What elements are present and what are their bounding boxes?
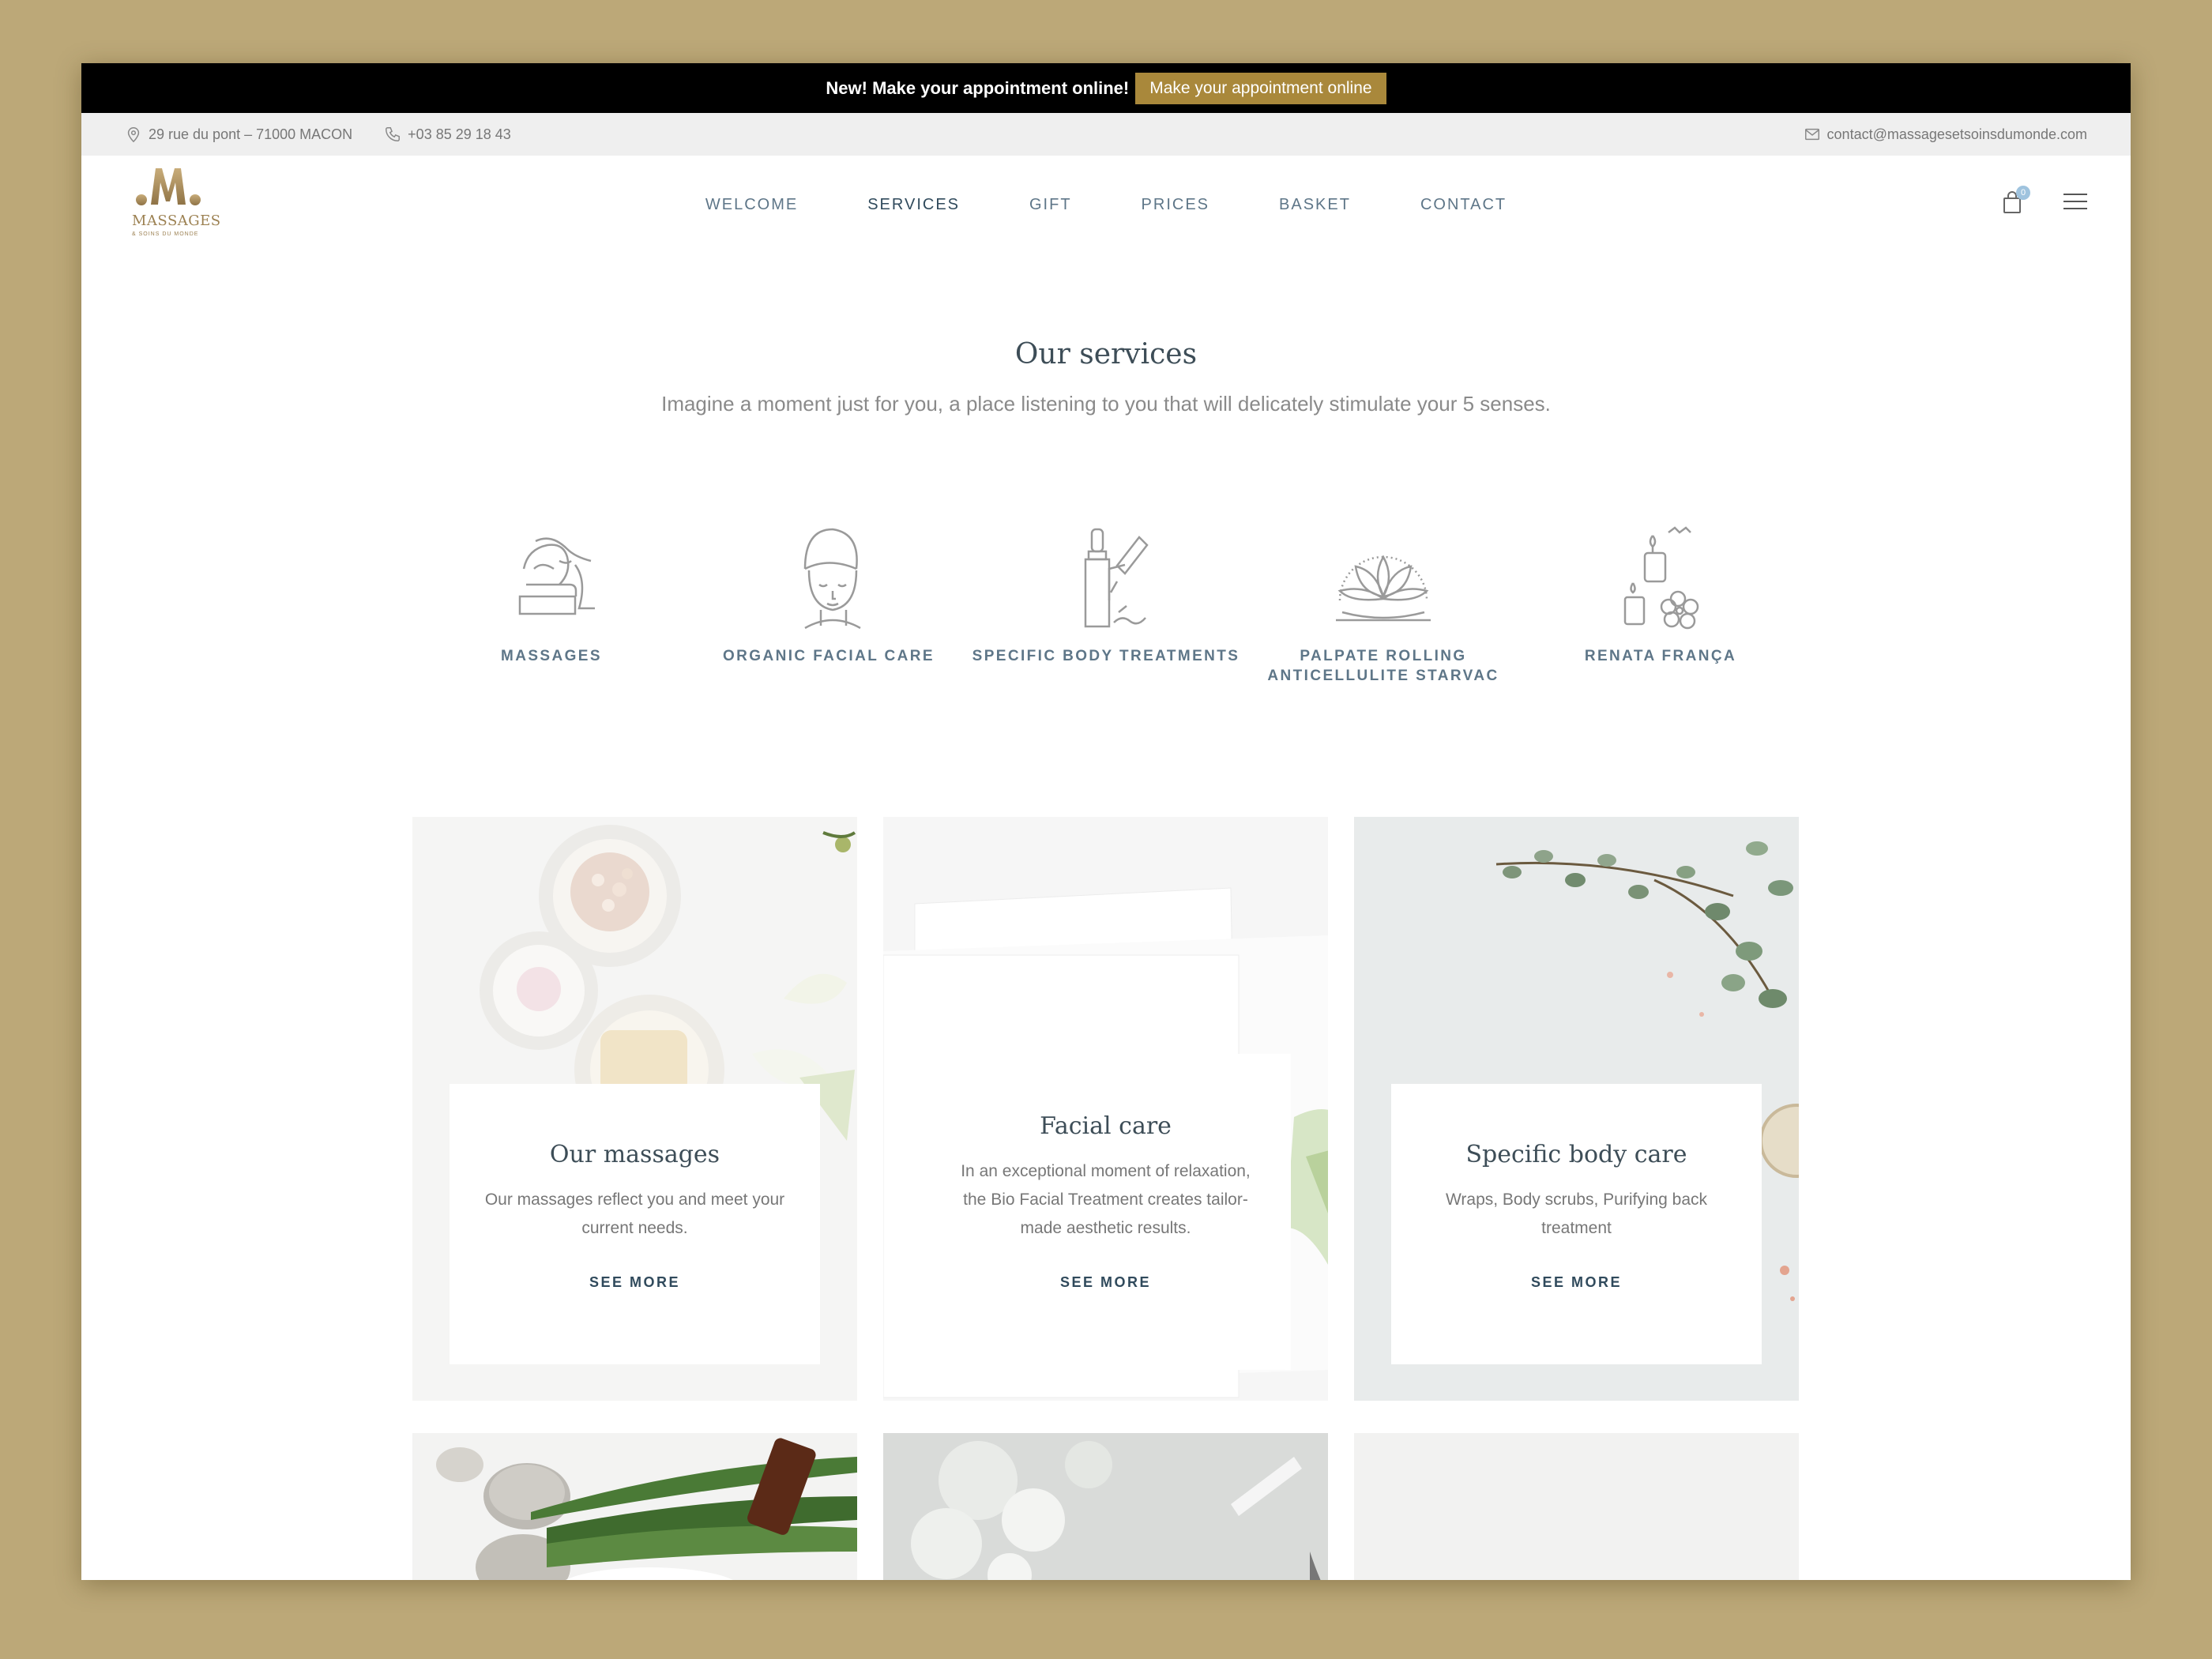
service-massages[interactable]: MASSAGES: [413, 521, 690, 686]
service-label: RENATA FRANÇA: [1584, 648, 1737, 664]
card-description-line2: the Bio Facial Treatment creates tailor-: [963, 1191, 1248, 1209]
nav-welcome[interactable]: WELCOME: [702, 193, 801, 217]
card-placeholder[interactable]: [1354, 1433, 1799, 1580]
phone-text: +03 85 29 18 43: [408, 126, 511, 142]
email-text: contact@massagesetsoinsdumonde.com: [1826, 126, 2087, 142]
card-title: Facial care: [1040, 1112, 1172, 1140]
serum-bottle-icon: [1084, 528, 1149, 628]
service-palpate-rolling[interactable]: PALPATE ROLLING ANTICELLULITE STARVAC: [1245, 521, 1522, 686]
paper-image: [1354, 1433, 1799, 1580]
service-renata-franca[interactable]: RENATA FRANÇA: [1522, 521, 1800, 686]
see-more-label: SEE MORE: [1530, 1274, 1623, 1290]
cart-button[interactable]: 0: [2000, 186, 2030, 216]
promo-bar: New! Make your appointment online! Make …: [81, 63, 2131, 113]
address-text: 29 rue du pont – 71000 MACON: [149, 126, 353, 142]
card-description: Wraps, Body scrubs, Purifying back treat…: [1391, 1186, 1762, 1243]
card-title: Our massages: [549, 1141, 720, 1168]
flowers-image: [883, 1433, 1328, 1580]
services-row: MASSAGES ORGANIC FACIAL CARE SPECIFIC BO…: [81, 521, 2131, 686]
lotus-icon: [1336, 555, 1431, 622]
card-stones[interactable]: [412, 1433, 857, 1580]
appointment-button[interactable]: Make your appointment online: [1135, 72, 1386, 104]
card-massages[interactable]: Our massages Our massages reflect you an…: [412, 817, 857, 1401]
mail-icon: [1804, 128, 1819, 141]
service-specific-body-treatments[interactable]: SPECIFIC BODY TREATMENTS: [968, 521, 1245, 686]
see-more-link[interactable]: SEE MORE: [1527, 1274, 1637, 1291]
see-more-label: SEE MORE: [589, 1274, 681, 1290]
card-body-care[interactable]: Specific body care Wraps, Body scrubs, P…: [1354, 817, 1799, 1401]
nav-services[interactable]: SERVICES: [864, 193, 979, 217]
card-description-line1: In an exceptional moment of relaxation,: [961, 1162, 1251, 1180]
cart-count-badge: 0: [2016, 186, 2030, 200]
card-description-line2: treatment: [1541, 1219, 1612, 1237]
card-description: Our massages reflect you and meet your c…: [450, 1186, 820, 1243]
card-description-line1: Wraps, Body scrubs, Purifying back: [1445, 1191, 1708, 1209]
card-title: Specific body care: [1465, 1141, 1687, 1168]
page-title: Our services: [1014, 338, 1198, 371]
service-label: ORGANIC FACIAL CARE: [723, 648, 935, 664]
page-subtitle: Imagine a moment just for you, a place l…: [661, 392, 1551, 416]
email-item[interactable]: contact@massagesetsoinsdumonde.com: [1804, 126, 2087, 143]
massage-icon: [518, 537, 595, 615]
main-nav: WELCOME SERVICES GIFT PRICES BASKET CONT…: [81, 156, 2131, 254]
phone-icon: [386, 127, 401, 141]
nav-contact[interactable]: CONTACT: [1417, 193, 1510, 217]
see-more-label: SEE MORE: [1059, 1274, 1152, 1290]
card-content: Our massages Our massages reflect you an…: [450, 1084, 820, 1364]
card-flowers[interactable]: [883, 1433, 1328, 1580]
see-more-link[interactable]: SEE MORE: [585, 1274, 695, 1291]
nav-prices[interactable]: PRICES: [1138, 193, 1213, 217]
site-header: MASSAGES & SOINS DU MONDE WELCOME SERVIC…: [81, 156, 2131, 254]
card-description-line2: current needs.: [581, 1219, 688, 1237]
nav-basket[interactable]: BASKET: [1276, 193, 1354, 217]
facial-care-icon: [803, 528, 861, 630]
service-label-line2: ANTICELLULITE STARVAC: [1267, 668, 1499, 684]
hamburger-menu-icon[interactable]: [2063, 194, 2087, 213]
address-item: 29 rue du pont – 71000 MACON: [125, 126, 352, 143]
card-description-line1: Our massages reflect you and meet your: [484, 1191, 785, 1209]
card-description: In an exceptional moment of relaxation, …: [920, 1157, 1291, 1243]
candles-icon: [1623, 526, 1699, 630]
location-pin-icon: [127, 127, 140, 143]
service-label-line1: PALPATE ROLLING: [1300, 648, 1467, 664]
see-more-link[interactable]: SEE MORE: [1056, 1274, 1166, 1291]
service-label: SPECIFIC BODY TREATMENTS: [972, 648, 1240, 664]
service-label: MASSAGES: [501, 648, 602, 664]
promo-text: New! Make your appointment online!: [826, 77, 1130, 98]
phone-item[interactable]: +03 85 29 18 43: [384, 126, 511, 143]
browser-window: New! Make your appointment online! Make …: [81, 63, 2131, 1580]
stones-image: [412, 1433, 857, 1580]
nav-gift[interactable]: GIFT: [1026, 193, 1075, 217]
service-organic-facial-care[interactable]: ORGANIC FACIAL CARE: [690, 521, 968, 686]
contact-bar: 29 rue du pont – 71000 MACON +03 85 29 1…: [81, 113, 2131, 156]
card-content: Specific body care Wraps, Body scrubs, P…: [1391, 1084, 1762, 1364]
card-description-line3: made aesthetic results.: [1020, 1219, 1191, 1237]
card-facial-care[interactable]: Facial care In an exceptional moment of …: [883, 817, 1328, 1401]
card-content: Facial care In an exceptional moment of …: [920, 1054, 1291, 1370]
